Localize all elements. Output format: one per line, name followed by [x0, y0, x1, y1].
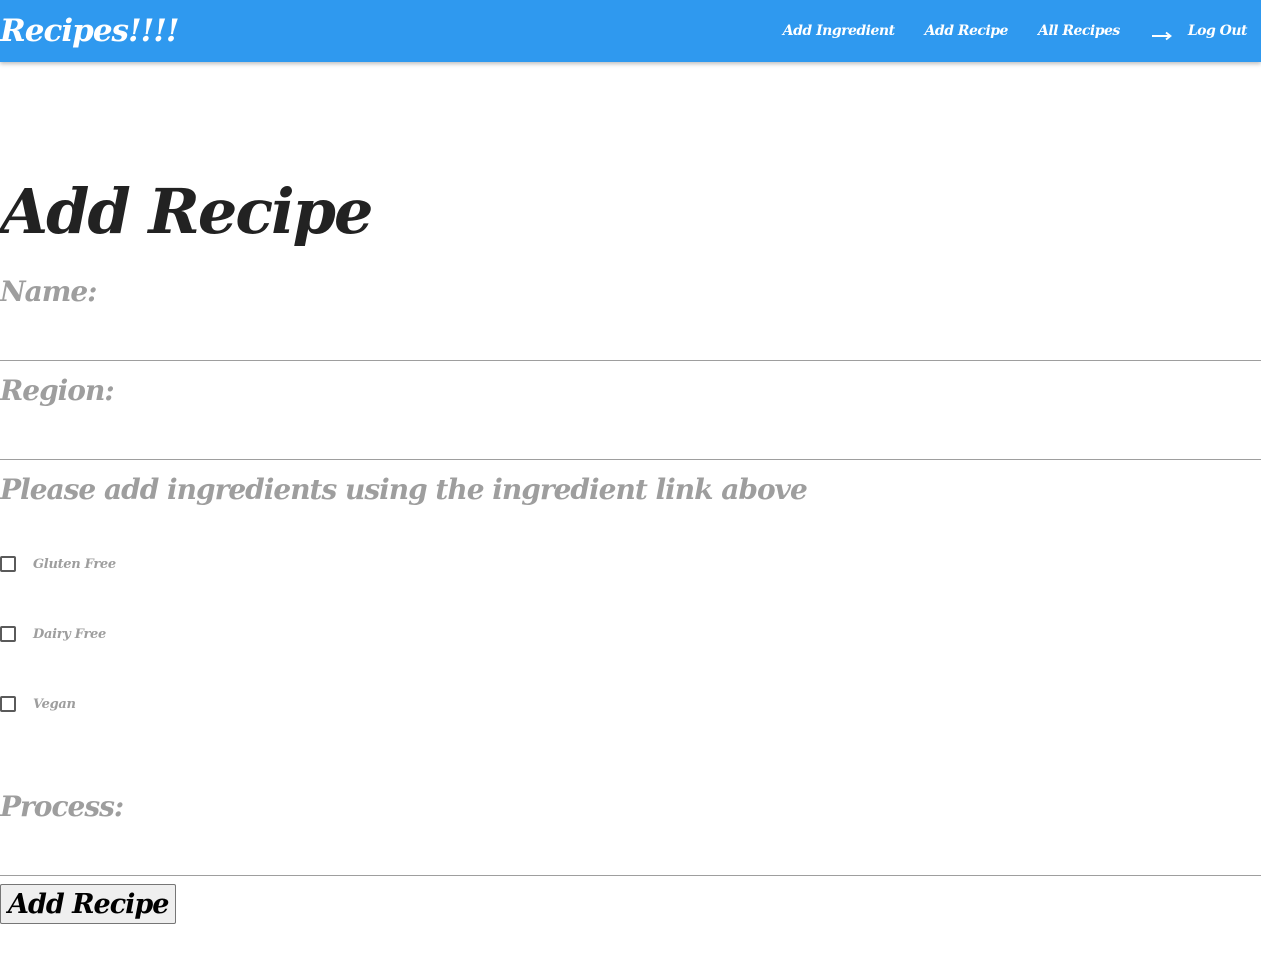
checkbox-square[interactable]: [0, 556, 16, 572]
nav-add-ingredient-link[interactable]: Add Ingredient: [783, 23, 895, 39]
logout-button[interactable]: Log Out: [1151, 23, 1248, 41]
region-label: Region:: [0, 374, 115, 407]
process-input[interactable]: [0, 846, 1261, 876]
process-label: Process:: [0, 790, 124, 823]
nav-all-recipes-link[interactable]: All Recipes: [1038, 23, 1120, 39]
add-recipe-button[interactable]: Add Recipe: [0, 884, 177, 924]
checkbox-square[interactable]: [0, 626, 16, 642]
brand-logo[interactable]: Recipes!!!!: [0, 12, 179, 50]
name-label: Name:: [0, 275, 98, 308]
vegan-label: Vegan: [33, 696, 76, 712]
dairy-free-label: Dairy Free: [33, 626, 106, 642]
gluten-free-checkbox[interactable]: Gluten Free: [0, 553, 116, 575]
region-input[interactable]: [0, 430, 1261, 460]
checkbox-square[interactable]: [0, 696, 16, 712]
dairy-free-checkbox[interactable]: Dairy Free: [0, 623, 106, 645]
gluten-free-label: Gluten Free: [33, 556, 116, 572]
ingredients-note: Please add ingredients using the ingredi…: [0, 473, 808, 506]
logout-label: Log Out: [1187, 23, 1248, 39]
nav-add-recipe-link[interactable]: Add Recipe: [925, 23, 1009, 39]
top-navbar: Recipes!!!! Add Ingredient Add Recipe Al…: [0, 0, 1261, 62]
arrow-right-icon: [1151, 26, 1172, 41]
nav-links: Add Ingredient Add Recipe All Recipes Lo…: [753, 0, 1248, 62]
name-input[interactable]: [0, 331, 1261, 361]
vegan-checkbox[interactable]: Vegan: [0, 693, 76, 715]
page-title: Add Recipe: [0, 175, 373, 248]
